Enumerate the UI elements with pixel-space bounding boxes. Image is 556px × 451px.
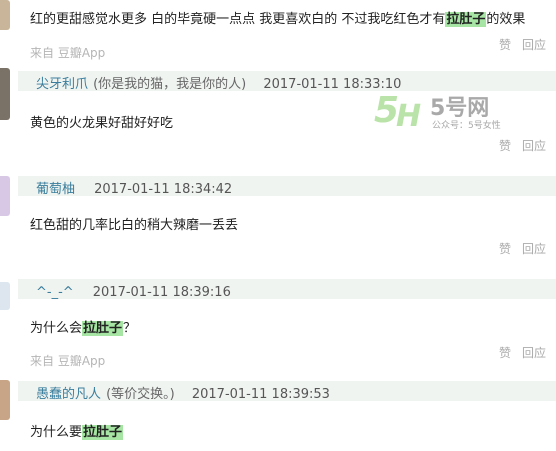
author-link[interactable]: 愚蠢的凡人 xyxy=(36,387,101,402)
highlight-keyword: 拉肚子 xyxy=(445,12,487,27)
comment-body: 黄色的火龙果好甜好好吃 xyxy=(30,116,174,131)
like-button[interactable]: 赞 xyxy=(499,344,511,361)
like-button[interactable]: 赞 xyxy=(499,240,511,257)
avatar[interactable] xyxy=(0,68,10,120)
comment-time: 2017-01-11 18:34:42 xyxy=(94,182,233,197)
author-link[interactable]: 尖牙利爪 xyxy=(36,77,88,92)
comment-header-line: 葡萄柚 2017-01-11 18:34:42 xyxy=(36,178,232,197)
comment-body: 红的更甜感觉水更多 白的毕竟硬一点点 我更喜欢白的 不过我吃红色才有拉肚子的效果 xyxy=(30,12,526,27)
svg-text:H: H xyxy=(396,99,421,134)
author-signature: (等价交换。) xyxy=(106,387,175,402)
comment-header-line: ^-_-^ 2017-01-11 18:39:16 xyxy=(36,281,231,300)
author-signature: (你是我的猫，我是你的人) xyxy=(93,77,247,92)
avatar[interactable] xyxy=(0,282,10,310)
comment-header-line: 尖牙利爪 (你是我的猫，我是你的人) 2017-01-11 18:33:10 xyxy=(36,73,401,92)
reply-button[interactable]: 回应 xyxy=(522,36,546,53)
like-button[interactable]: 赞 xyxy=(499,137,511,154)
author-link[interactable]: 葡萄柚 xyxy=(36,182,75,197)
avatar[interactable] xyxy=(0,0,10,30)
reply-button[interactable]: 回应 xyxy=(522,137,546,154)
comment-time: 2017-01-11 18:39:16 xyxy=(92,285,231,300)
comment-header-line: 愚蠢的凡人 (等价交换。) 2017-01-11 18:39:53 xyxy=(36,383,330,402)
comment-source: 来自 豆瓣App xyxy=(30,46,106,60)
comment-body: 为什么会拉肚子？ xyxy=(30,321,137,336)
highlight-keyword: 拉肚子 xyxy=(82,321,124,336)
comment-time: 2017-01-11 18:39:53 xyxy=(191,387,330,402)
reply-button[interactable]: 回应 xyxy=(522,240,546,257)
comment-source: 来自 豆瓣App xyxy=(30,354,106,368)
watermark-logo: 5 H 5号网 公众号：5号女性 xyxy=(370,84,510,134)
author-link[interactable]: ^-_-^ xyxy=(36,285,74,300)
watermark-subtitle: 公众号：5号女性 xyxy=(432,121,501,131)
avatar[interactable] xyxy=(0,176,10,216)
like-button[interactable]: 赞 xyxy=(499,36,511,53)
highlight-keyword: 拉肚子 xyxy=(82,425,124,440)
comment-body: 红色甜的几率比白的稍大辣磨一丢丢 xyxy=(30,218,239,233)
comment-body: 为什么要拉肚子 xyxy=(30,425,124,440)
avatar[interactable] xyxy=(0,380,10,420)
brand-logo-icon: 5 H xyxy=(374,90,421,134)
reply-button[interactable]: 回应 xyxy=(522,344,546,361)
